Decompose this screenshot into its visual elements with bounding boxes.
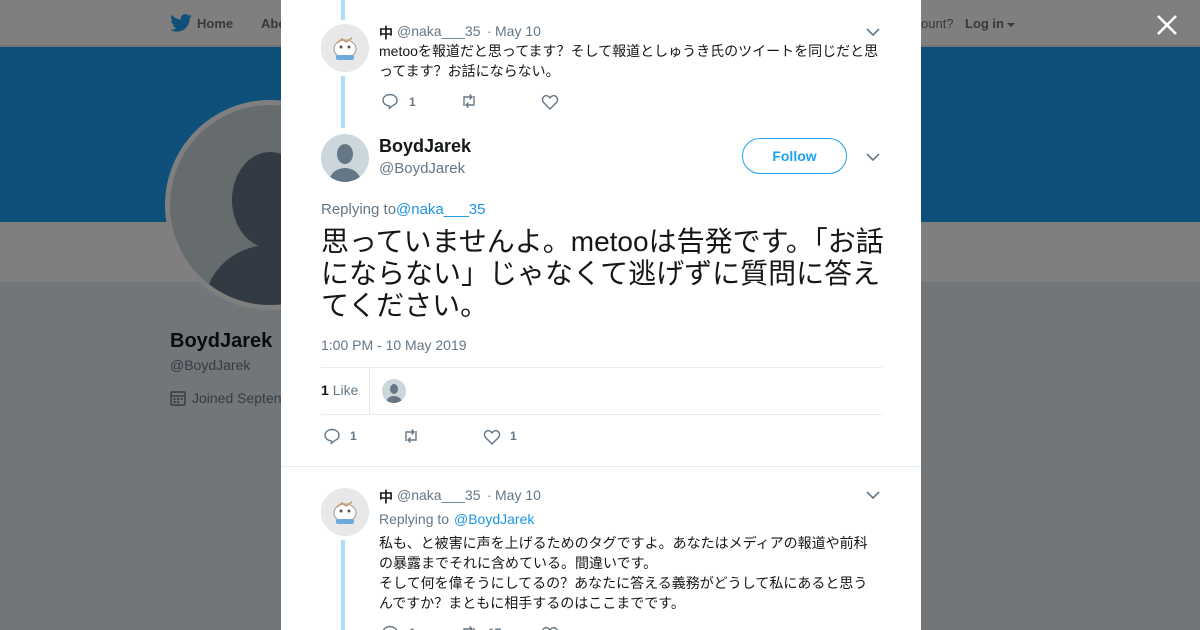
like-icon[interactable]	[483, 428, 501, 446]
default-avatar-icon	[329, 144, 361, 182]
chevron-down-icon[interactable]	[866, 490, 880, 500]
retweet-count: 17	[488, 626, 501, 630]
tweet-author-handle[interactable]: @naka___35	[397, 487, 481, 503]
retweet-icon[interactable]	[402, 427, 420, 445]
close-icon[interactable]	[1154, 12, 1180, 38]
replying-to-link[interactable]: @naka___35	[396, 201, 485, 218]
separator-dot: ·	[487, 487, 492, 503]
user-avatar-image	[333, 37, 357, 60]
thread-connector-line	[341, 76, 345, 128]
divider	[321, 367, 882, 368]
divider	[281, 466, 921, 467]
like-stat[interactable]: 1 Like	[321, 382, 358, 398]
retweet-icon[interactable]	[460, 624, 478, 630]
tweet-permalink-modal: 中 @naka___35 · May 10 metooを報道だと思ってます？そし…	[281, 0, 921, 630]
tweet-text: 私も、と被害に声を上げるためのタグですよ。あなたはメディアの報道や前科の暴露まで…	[379, 535, 868, 571]
tweet-timestamp[interactable]: 1:00 PM - 10 May 2019	[321, 337, 467, 353]
reply-icon[interactable]	[381, 92, 399, 110]
avatar[interactable]	[321, 488, 369, 536]
tweet-date[interactable]: May 10	[495, 23, 541, 39]
tweet-text: metooを報道だと思ってます？そして報道としゅうき氏のツイートを同じだと思って…	[379, 43, 879, 79]
like-count: 1	[510, 429, 517, 443]
reply-count: 1	[409, 95, 416, 109]
thread-connector-line	[341, 0, 345, 20]
thread-connector-line	[341, 540, 345, 630]
like-icon[interactable]	[541, 625, 559, 630]
like-icon[interactable]	[541, 93, 559, 111]
avatar[interactable]	[321, 24, 369, 72]
follow-button[interactable]: Follow	[742, 138, 847, 174]
like-stat-count: 1	[321, 382, 329, 398]
avatar[interactable]	[321, 134, 369, 182]
tweet-author-handle[interactable]: @naka___35	[397, 23, 481, 39]
user-avatar-image	[333, 501, 357, 524]
retweet-icon[interactable]	[460, 92, 478, 110]
separator-dot: ·	[487, 23, 492, 39]
replying-to-label: Replying to	[321, 201, 397, 218]
liker-avatar[interactable]	[382, 379, 406, 403]
tweet-date[interactable]: May 10	[495, 487, 541, 503]
reply-icon[interactable]	[381, 624, 399, 630]
like-stat-label: Like	[332, 382, 359, 398]
chevron-down-icon[interactable]	[866, 27, 880, 37]
replying-to-link[interactable]: @BoydJarek	[454, 511, 534, 527]
main-tweet-author-name[interactable]: BoydJarek	[379, 136, 471, 157]
default-avatar-icon	[386, 384, 402, 403]
main-tweet-author-handle[interactable]: @BoydJarek	[379, 160, 465, 177]
reply-count: 1	[409, 626, 416, 630]
tweet-author-name[interactable]: 中	[379, 23, 393, 43]
chevron-down-icon[interactable]	[866, 152, 880, 162]
reply-count: 1	[350, 429, 357, 443]
reply-icon[interactable]	[323, 427, 341, 445]
replying-to-label: Replying to	[379, 511, 450, 527]
main-tweet-text: 思っていませんよ。metooは告発です。「お話にならない」じゃなくて逃げずに質問…	[321, 226, 884, 321]
tweet-text-second-paragraph: そして何を偉そうにしてるの？あなたに答える義務がどうして私にあると思うんですか？…	[379, 575, 868, 611]
tweet-author-name[interactable]: 中	[379, 487, 393, 507]
divider	[321, 414, 882, 415]
stat-divider	[369, 368, 370, 414]
